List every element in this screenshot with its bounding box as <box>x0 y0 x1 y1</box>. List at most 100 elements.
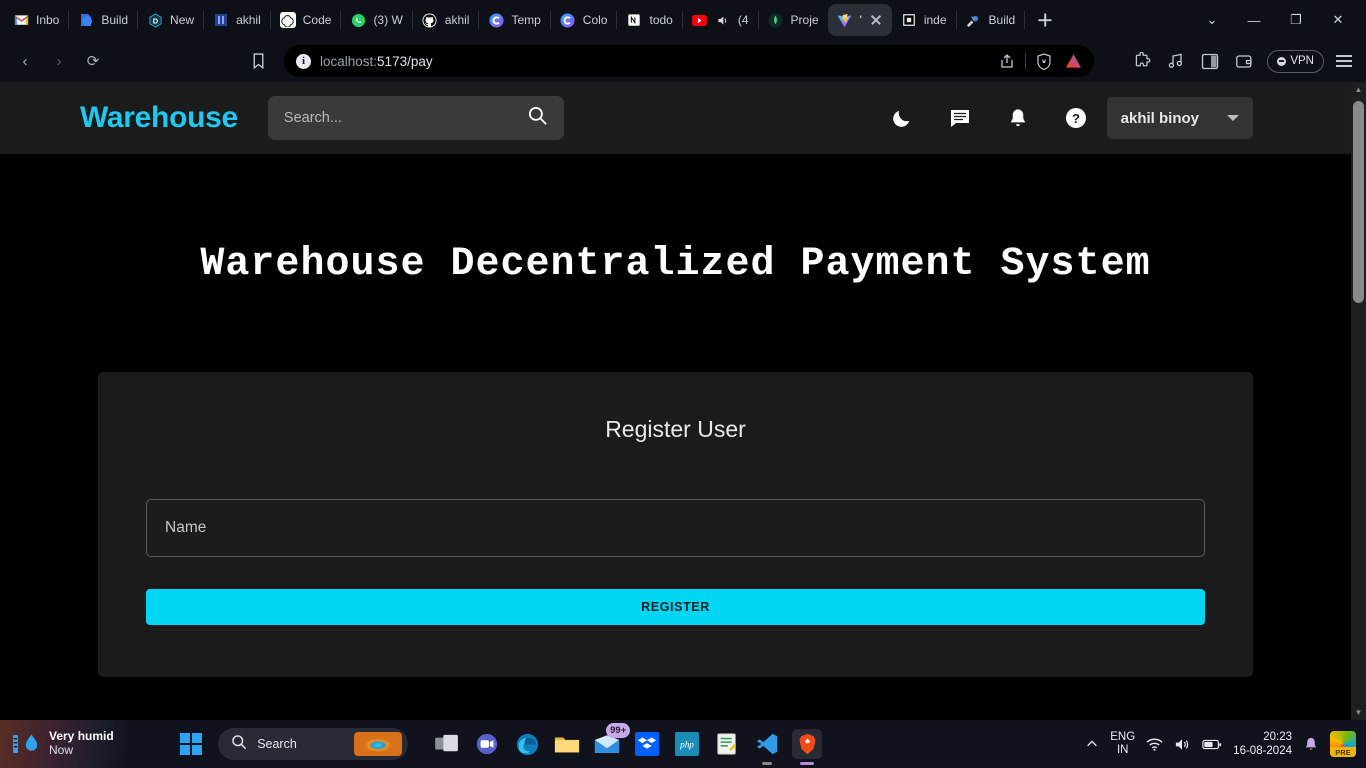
clock[interactable]: 20:23 16-08-2024 <box>1233 730 1292 759</box>
search-icon[interactable] <box>527 105 548 131</box>
music-icon[interactable] <box>1165 50 1187 72</box>
tab-title: Code <box>302 13 332 27</box>
vpn-button[interactable]: VPN <box>1267 49 1324 73</box>
back-button[interactable]: ‹ <box>10 46 40 76</box>
app-logo[interactable]: Warehouse <box>80 101 238 135</box>
battery-icon[interactable] <box>1202 738 1222 751</box>
microsoft-365-icon[interactable]: PRE <box>1330 731 1356 757</box>
browser-tab[interactable]: Code <box>271 4 341 36</box>
windows-taskbar: Very humid Now Search 99+ php ENG IN 20:… <box>0 720 1366 768</box>
notifications-bell-icon[interactable] <box>1005 105 1031 131</box>
url-host: localhost: <box>320 53 378 69</box>
start-button[interactable] <box>179 732 203 756</box>
language-line1: ENG <box>1110 731 1136 744</box>
page-title: Warehouse Decentralized Payment System <box>200 242 1151 287</box>
browser-tab[interactable]: Build <box>69 4 137 36</box>
tab-title: (4 <box>737 13 749 27</box>
new-tab-button[interactable] <box>1031 6 1059 34</box>
tab-title: New <box>170 13 195 27</box>
site-info-icon[interactable]: i <box>296 53 311 69</box>
browser-tab[interactable]: Colo <box>551 4 617 36</box>
user-menu[interactable]: akhil binoy <box>1106 97 1253 139</box>
tab-audio-icon[interactable] <box>715 12 731 28</box>
menu-icon[interactable] <box>1336 55 1352 67</box>
xampp-php-icon[interactable]: php <box>672 729 702 759</box>
scroll-up-arrow-icon[interactable]: ▲ <box>1351 82 1366 97</box>
scroll-down-arrow-icon[interactable]: ▼ <box>1351 705 1366 720</box>
app-header: Warehouse Search... ? akhil binoy <box>0 82 1351 154</box>
file-explorer-icon[interactable] <box>552 729 582 759</box>
site-search-input[interactable]: Search... <box>284 110 527 126</box>
help-icon[interactable]: ? <box>1063 105 1089 131</box>
notepad-icon[interactable] <box>712 729 742 759</box>
browser-window: Inbo Build D New akhil Code (3) W akhil … <box>0 0 1366 720</box>
browser-tab[interactable]: Proje <box>759 4 828 36</box>
messages-icon[interactable] <box>947 105 973 131</box>
minimize-button[interactable]: — <box>1234 3 1274 37</box>
office-preview-badge: PRE <box>1330 747 1356 757</box>
sidebar-toggle-icon[interactable] <box>1199 50 1221 72</box>
dark-mode-icon[interactable] <box>889 105 915 131</box>
notification-bell-icon[interactable] <box>1303 736 1319 753</box>
bat-rewards-icon[interactable] <box>1062 50 1084 72</box>
search-highlight-thumbnail[interactable] <box>354 732 403 756</box>
page-scrollbar[interactable]: ▲ ▼ <box>1351 82 1366 720</box>
tab-search-chevron-icon[interactable]: ⌄ <box>1192 3 1232 37</box>
url-input[interactable]: i localhost:5173/pay <box>284 45 1094 77</box>
browser-tab[interactable]: Temp <box>479 4 549 36</box>
bookmark-icon[interactable] <box>242 46 274 76</box>
volume-icon[interactable] <box>1174 737 1191 752</box>
scrollbar-thumb[interactable] <box>1353 101 1364 303</box>
web-page: Warehouse Search... ? akhil binoy Wareho… <box>0 82 1351 720</box>
svg-text:php: php <box>679 740 694 750</box>
reload-button[interactable]: ⟳ <box>78 46 108 76</box>
taskbar-search-input[interactable]: Search <box>257 737 344 751</box>
task-view-icon[interactable] <box>432 729 462 759</box>
close-icon[interactable] <box>869 13 883 27</box>
browser-tab[interactable]: todo <box>617 4 681 36</box>
notion-icon <box>626 12 642 28</box>
browser-toolbar: VPN <box>1131 49 1356 73</box>
chatgpt-icon <box>279 12 296 28</box>
language-indicator[interactable]: ENG IN <box>1110 731 1135 756</box>
tab-strip: Inbo Build D New akhil Code (3) W akhil … <box>0 0 1366 40</box>
extensions-icon[interactable] <box>1131 50 1153 72</box>
wallet-icon[interactable] <box>1233 50 1255 72</box>
browser-tab[interactable]: Inbo <box>4 4 68 36</box>
browser-tab[interactable]: inde <box>892 4 956 36</box>
weather-widget[interactable]: Very humid Now <box>0 720 128 768</box>
dropbox-icon[interactable] <box>632 729 662 759</box>
url-actions <box>996 50 1084 72</box>
taskbar-apps: 99+ php <box>432 723 823 765</box>
browser-tab-active[interactable]: ' <box>827 4 892 36</box>
brave-browser-icon[interactable] <box>792 729 823 765</box>
forward-button[interactable]: › <box>44 46 74 76</box>
browser-tab[interactable]: akhil <box>204 4 270 36</box>
browser-tab[interactable]: Build <box>957 4 1025 36</box>
white-square-icon <box>901 12 917 28</box>
tab-title: todo <box>649 13 673 27</box>
browser-tab[interactable]: (3) W <box>341 4 411 36</box>
close-window-button[interactable]: ✕ <box>1318 3 1358 37</box>
address-bar: ‹ › ⟳ i localhost:5173/pay VPN <box>0 40 1366 82</box>
scrollbar-track[interactable] <box>1351 97 1366 705</box>
register-button[interactable]: REGISTER <box>146 589 1205 625</box>
wifi-icon[interactable] <box>1146 737 1163 752</box>
restore-button[interactable]: ❐ <box>1276 3 1316 37</box>
browser-tab[interactable]: akhil <box>413 4 479 36</box>
browser-tab[interactable]: D New <box>138 4 203 36</box>
show-hidden-icons-chevron[interactable] <box>1085 737 1099 751</box>
blue-book-icon <box>213 12 229 28</box>
site-search[interactable]: Search... <box>267 96 564 140</box>
brave-shield-icon[interactable] <box>1033 50 1055 72</box>
teams-icon[interactable] <box>472 729 502 759</box>
register-user-card: Register User REGISTER <box>98 372 1253 677</box>
name-input[interactable] <box>146 499 1205 557</box>
mail-icon[interactable]: 99+ <box>592 723 631 759</box>
system-tray: ENG IN 20:23 16-08-2024 PRE <box>1085 730 1366 759</box>
edge-icon[interactable] <box>512 729 542 759</box>
vscode-icon[interactable] <box>752 729 782 765</box>
share-icon[interactable] <box>996 50 1018 72</box>
taskbar-search[interactable]: Search <box>218 728 409 760</box>
browser-tab[interactable]: (4 <box>683 4 758 36</box>
